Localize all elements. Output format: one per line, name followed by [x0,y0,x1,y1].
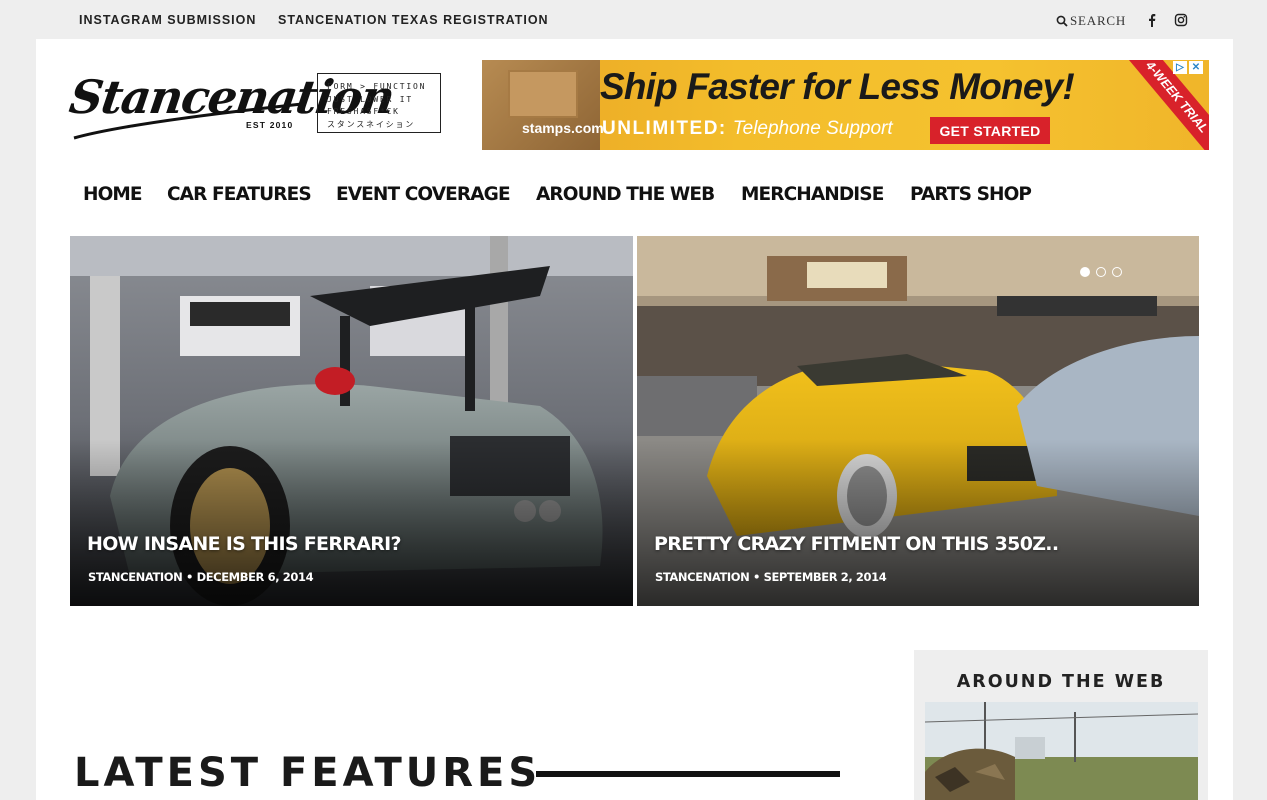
ad-subline: UNLIMITED: Telephone Support [602,118,893,140]
nav-merchandise[interactable]: MERCHANDISE [741,184,884,210]
close-icon[interactable]: ✕ [1189,61,1203,74]
nav-around-the-web[interactable]: AROUND THE WEB [536,184,715,210]
search-button[interactable]: SEARCH [1056,13,1126,29]
ad-headline: Ship Faster for Less Money! [600,66,1075,107]
texas-registration-link[interactable]: STANCENATION TEXAS REGISTRATION [278,13,549,27]
logo-est: EST 2010 [246,120,294,130]
instagram-icon[interactable] [1174,13,1188,27]
section-title-latest-features: LATEST FEATURES [74,750,542,796]
tagline-line: FRESHASF*CK [327,107,400,116]
ad-cta-button[interactable]: GET STARTED [930,117,1050,144]
search-icon [1056,15,1068,27]
tagline-line: JUST LOWER IT [327,94,414,104]
slide-title[interactable]: HOW INSANE IS THIS FERRARI? [87,533,402,555]
slider-item-ferrari[interactable]: HOW INSANE IS THIS FERRARI? STANCENATION… [70,236,633,606]
nav-car-features[interactable]: CAR FEATURES [167,184,312,210]
slider-dot[interactable] [1112,267,1122,277]
search-label: SEARCH [1070,13,1127,28]
ad-sub-strong: UNLIMITED: [602,118,727,139]
ad-choices[interactable]: ▷ ✕ [1173,61,1203,74]
ad-sub-text: Telephone Support [732,118,893,139]
slide-meta: STANCENATION • DECEMBER 6, 2014 [88,570,314,584]
ad-box-graphic [508,70,578,118]
sidebar-title: AROUND THE WEB [956,672,1166,692]
tagline-line: FORM > FUNCTION [327,82,427,91]
advertisement-banner[interactable]: Ship Faster for Less Money! stamps.com U… [482,60,1209,150]
slider-dot[interactable] [1096,267,1106,277]
slide-title[interactable]: PRETTY CRAZY FITMENT ON THIS 350Z.. [654,533,1059,555]
top-bar: INSTAGRAM SUBMISSION STANCENATION TEXAS … [0,0,1267,40]
slider-item-350z[interactable]: PRETTY CRAZY FITMENT ON THIS 350Z.. STAN… [637,236,1199,606]
nav-event-coverage[interactable]: EVENT COVERAGE [336,184,511,210]
sidebar-thumbnail[interactable] [925,702,1198,800]
slider-pagination [1080,267,1122,277]
section-title-rule [536,771,840,777]
instagram-submission-link[interactable]: INSTAGRAM SUBMISSION [79,13,256,27]
nav-parts-shop[interactable]: PARTS SHOP [910,184,1032,210]
logo-tagline-box: FORM > FUNCTION JUST LOWER IT FRESHASF*C… [317,73,441,133]
slider-dot-active[interactable] [1080,267,1090,277]
sidebar-thumbnail-photo [925,702,1198,800]
facebook-icon[interactable] [1145,13,1159,27]
tagline-line: スタンスネイション [327,119,416,129]
adchoices-icon[interactable]: ▷ [1173,61,1187,74]
site-logo[interactable]: Stancenation EST 2010 [66,64,397,144]
sidebar-widget-around-the-web: AROUND THE WEB [914,650,1208,800]
slide-meta: STANCENATION • SEPTEMBER 2, 2014 [655,570,887,584]
nav-home[interactable]: HOME [83,184,143,210]
ad-brand-logo: stamps.com [522,120,604,136]
